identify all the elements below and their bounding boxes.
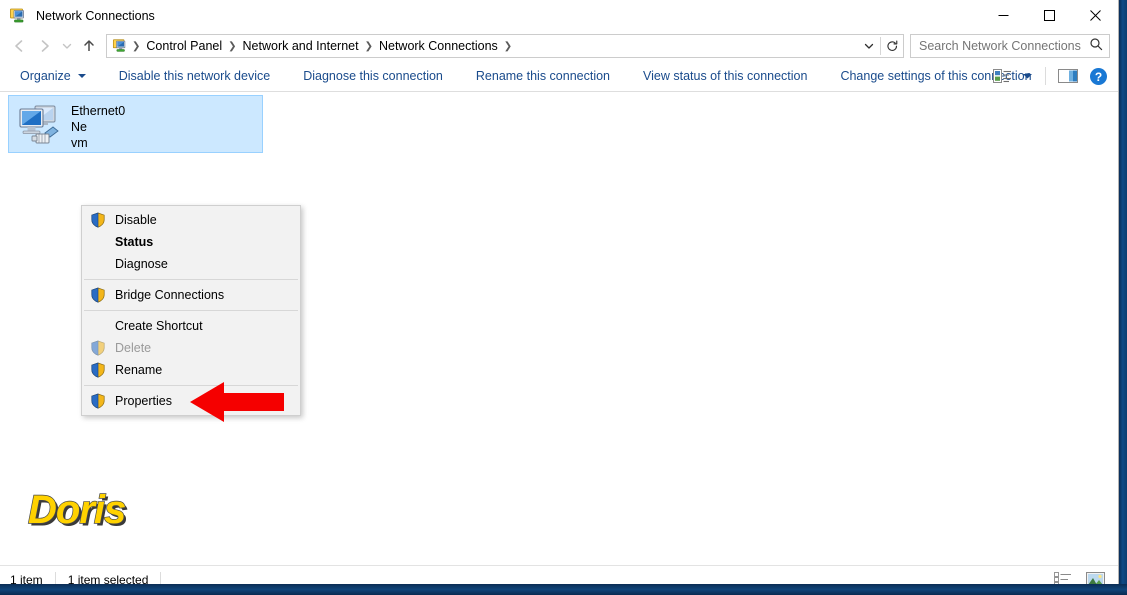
breadcrumb-item-control-panel[interactable]: Control Panel [142,37,226,55]
menu-item-label: Properties [115,394,172,408]
view-status-button[interactable]: View status of this connection [635,64,815,88]
change-view-dropdown[interactable] [1018,64,1037,88]
menu-item-label: Disable [115,213,157,227]
network-connections-icon [9,7,27,25]
menu-item-label: Status [115,235,154,249]
menu-separator [84,385,298,386]
list-item-adapter: vm [71,136,88,150]
address-row: ❯ Control Panel ❯ Network and Internet ❯… [0,31,1118,61]
diagnose-connection-button[interactable]: Diagnose this connection [295,64,451,88]
caption-buttons [980,0,1118,31]
menu-item-icon-placeholder [90,318,106,334]
search-icon[interactable] [1089,37,1103,56]
view-status-label: View status of this connection [643,69,808,83]
command-bar: Organize Disable this network device Dia… [0,61,1118,92]
breadcrumb-item-network-and-internet[interactable]: Network and Internet [239,37,363,55]
address-bar-actions [858,35,903,57]
explorer-window: Network Connections ❯ Control Panel ❯ Ne… [0,0,1119,593]
list-item-labels: Ethernet0 Ne vm [71,101,125,151]
organize-label: Organize [20,69,71,83]
shield-icon [90,212,106,228]
menu-item-bridge-connections[interactable]: Bridge Connections [82,284,300,306]
change-view-button[interactable] [989,64,1016,88]
preview-pane-button[interactable] [1054,64,1083,88]
chevron-down-icon [77,74,86,78]
menu-separator [84,279,298,280]
menu-item-label: Diagnose [115,257,168,271]
shield-icon [90,393,106,409]
svg-text:Doris: Doris [28,488,125,532]
search-input[interactable] [919,39,1087,53]
menu-item-properties[interactable]: Properties [82,390,300,412]
breadcrumb-separator[interactable]: ❯ [226,41,238,52]
screen: Network Connections ❯ Control Panel ❯ Ne… [0,0,1127,595]
rename-connection-label: Rename this connection [475,69,610,83]
menu-item-icon-placeholder [90,256,106,272]
menu-item-label: Bridge Connections [115,288,225,302]
breadcrumb: ❯ Control Panel ❯ Network and Internet ❯… [130,37,858,55]
menu-item-diagnose[interactable]: Diagnose [82,253,300,275]
breadcrumb-item-network-connections[interactable]: Network Connections [375,37,502,55]
divider [1045,67,1046,85]
organize-button[interactable]: Organize [12,64,94,88]
menu-item-status[interactable]: Status [82,231,300,253]
menu-item-disable[interactable]: Disable [82,209,300,231]
svg-text:?: ? [1095,70,1102,84]
minimize-button[interactable] [980,0,1026,31]
desktop-border-bottom [0,584,1127,595]
menu-item-icon-placeholder [90,234,106,250]
search-box[interactable] [910,34,1110,58]
menu-item-label: Delete [115,341,152,355]
recent-locations-button[interactable] [58,33,76,59]
rename-connection-button[interactable]: Rename this connection [468,64,618,88]
menu-item-label: Create Shortcut [115,319,203,333]
shield-icon [90,362,106,378]
breadcrumb-separator[interactable]: ❯ [130,41,142,52]
close-button[interactable] [1072,0,1118,31]
back-button[interactable] [6,33,32,59]
disable-device-label: Disable this network device [118,69,271,83]
menu-item-rename[interactable]: Rename [82,359,300,381]
shield-icon [90,287,106,303]
menu-item-delete: Delete [82,337,300,359]
list-item-network: Ne [71,120,87,134]
chevron-down-icon[interactable] [858,35,880,57]
address-bar[interactable]: ❯ Control Panel ❯ Network and Internet ❯… [106,34,904,58]
refresh-icon[interactable] [881,35,903,57]
command-bar-right: ? [989,64,1112,88]
forward-button[interactable] [32,33,58,59]
title-bar: Network Connections [0,0,1118,31]
breadcrumb-separator[interactable]: ❯ [363,41,375,52]
disable-device-button[interactable]: Disable this network device [111,64,278,88]
shield-icon [90,340,106,356]
network-adapter-icon [15,101,63,149]
breadcrumb-separator[interactable]: ❯ [502,41,514,52]
menu-item-create-shortcut[interactable]: Create Shortcut [82,315,300,337]
address-bar-icon [112,38,128,54]
content-pane: Ethernet0 Ne vm Disable Status Diagnose … [0,92,1118,565]
help-button[interactable]: ? [1085,64,1112,88]
list-item-name: Ethernet0 [71,104,126,118]
doris-watermark-logo: Doris Doris [22,483,150,535]
window-title: Network Connections [36,8,155,23]
list-item-ethernet0[interactable]: Ethernet0 Ne vm [8,95,263,153]
menu-item-label: Rename [115,363,163,377]
maximize-button[interactable] [1026,0,1072,31]
desktop-border-right [1119,0,1127,595]
up-button[interactable] [76,33,102,59]
menu-separator [84,310,298,311]
diagnose-connection-label: Diagnose this connection [303,69,443,83]
context-menu: Disable Status Diagnose Bridge Connectio… [81,205,301,416]
